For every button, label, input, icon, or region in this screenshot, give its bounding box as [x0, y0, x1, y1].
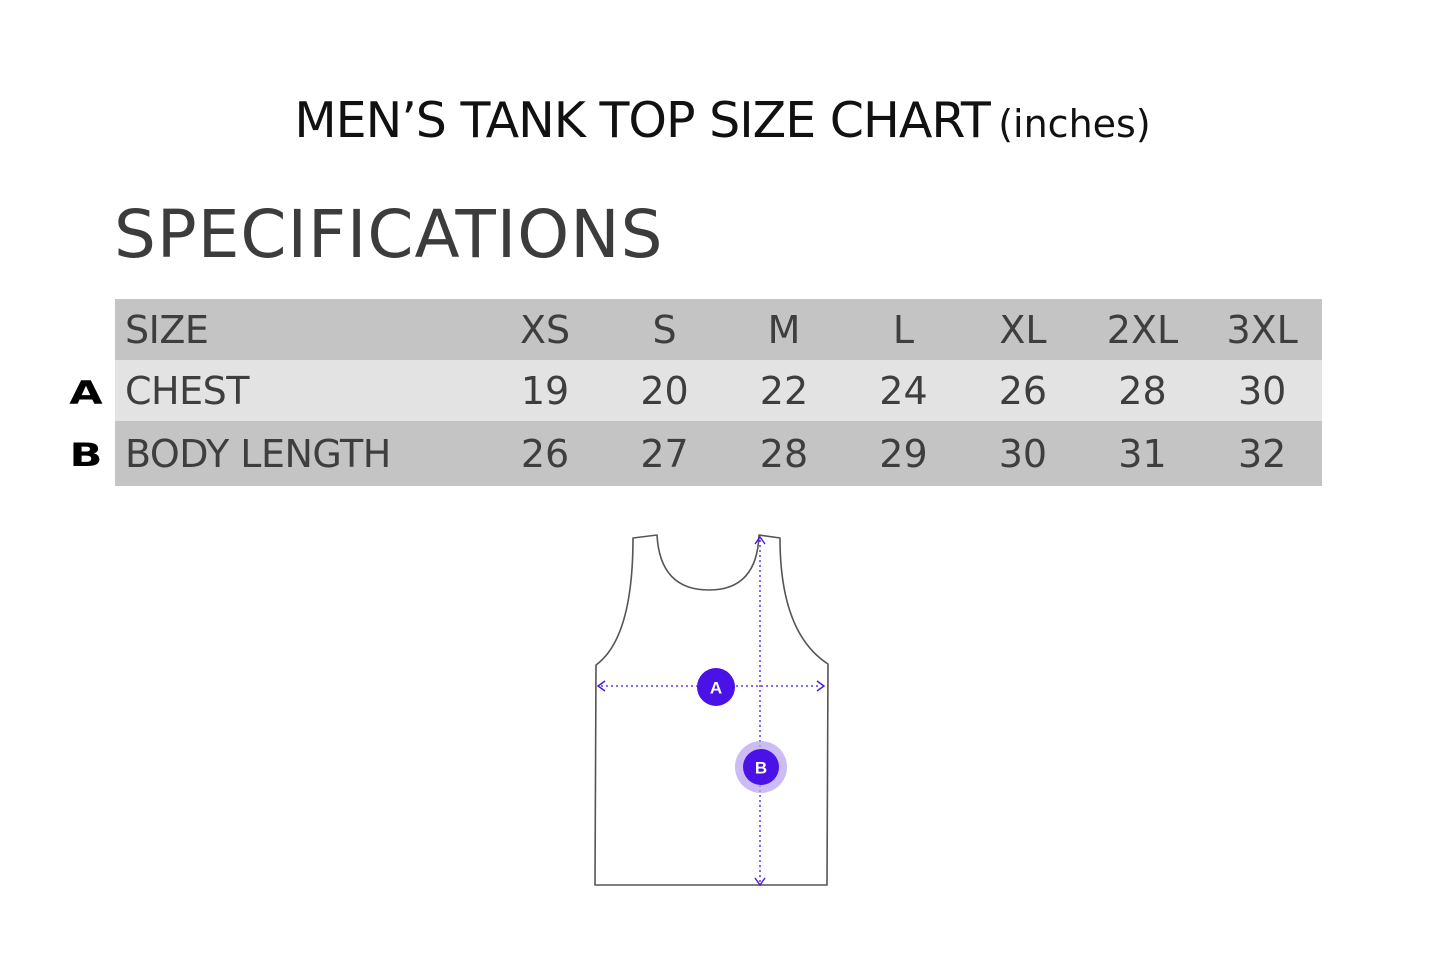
row-marker-a: A	[69, 374, 103, 412]
table-cell: 28	[1118, 368, 1167, 413]
table-cell: 31	[1118, 431, 1167, 476]
table-cell: 30	[1237, 368, 1287, 413]
title-main: MEN’S TANK TOP SIZE CHART	[294, 92, 990, 149]
table-cell: 30	[998, 431, 1048, 476]
table-cell: 26	[998, 368, 1048, 413]
table-cell: 32	[1237, 431, 1287, 476]
specifications-heading: SPECIFICATIONS	[114, 196, 664, 273]
row-marker-b: B	[69, 436, 103, 474]
table-cell: 24	[879, 368, 928, 413]
header-size: 3XL	[1226, 307, 1298, 352]
table-cell: 26	[520, 431, 570, 476]
header-size: XS	[519, 307, 571, 352]
size-table: SIZE XS S M L XL 2XL 3XL CHEST 19 20 22 …	[115, 299, 1322, 486]
tank-top-outline	[594, 534, 829, 886]
marker-b-label: B	[755, 759, 767, 778]
table-cell: 20	[640, 368, 689, 413]
marker-a-label: A	[710, 679, 722, 698]
row-label: BODY LENGTH	[125, 431, 391, 476]
header-label: SIZE	[125, 307, 209, 352]
table-cell: 29	[879, 431, 928, 476]
table-cell: 28	[759, 431, 809, 476]
table-cell: 22	[759, 368, 809, 413]
header-size: XL	[999, 307, 1047, 352]
table-cell: 27	[640, 431, 689, 476]
row-label: CHEST	[125, 368, 249, 413]
header-size: S	[652, 307, 677, 352]
header-size: L	[892, 307, 915, 352]
page-title: MEN’S TANK TOP SIZE CHART (inches)	[0, 92, 1445, 149]
table-header-row: SIZE XS S M L XL 2XL 3XL	[115, 299, 1322, 360]
tank-top-diagram: A B	[594, 534, 829, 887]
header-size: M	[767, 307, 801, 352]
table-row-chest: CHEST 19 20 22 24 26 28 30	[115, 360, 1322, 421]
table-row-body-length: BODY LENGTH 26 27 28 29 30 31 32	[115, 421, 1322, 486]
header-size: 2XL	[1106, 307, 1179, 352]
title-unit: (inches)	[998, 102, 1151, 146]
table-cell: 19	[520, 368, 570, 413]
